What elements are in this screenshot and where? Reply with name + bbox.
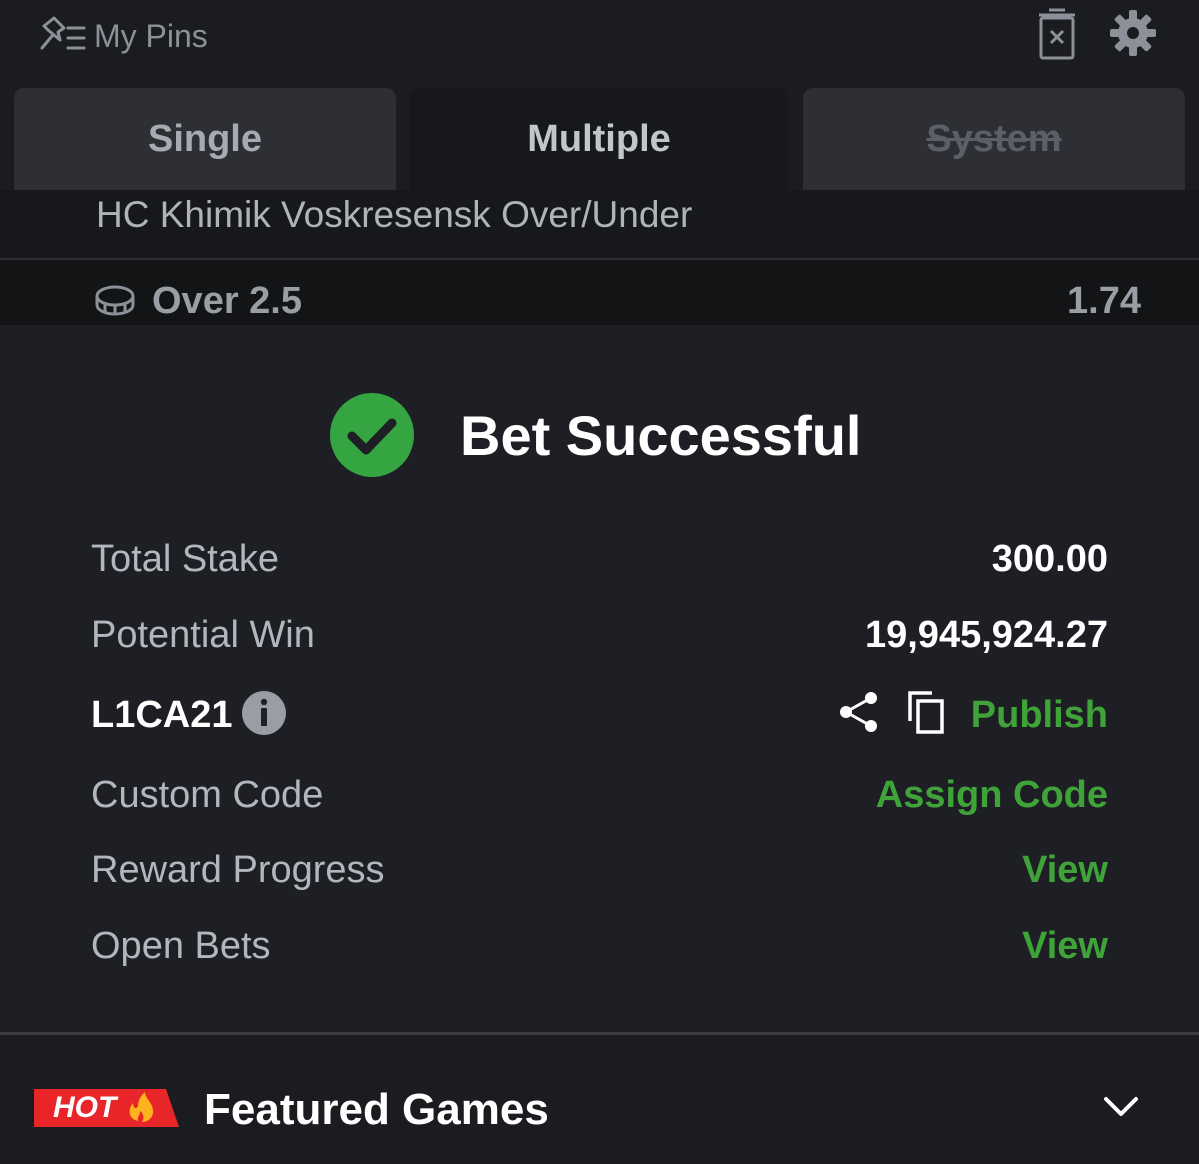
total-stake-row: Total Stake 300.00 [91,532,1108,582]
open-bets-label: Open Bets [91,925,271,967]
booking-code: L1CA21 [91,694,233,736]
total-stake-value: 300.00 [991,538,1108,580]
selection-label: Over 2.5 [152,280,302,322]
success-title: Bet Successful [460,403,862,467]
total-stake-label: Total Stake [91,538,279,580]
bet-confirmation-panel: Bet Successful Total Stake 300.00 Potent… [0,325,1199,1032]
potential-win-row: Potential Win 19,945,924.27 [91,608,1108,658]
tab-multiple[interactable]: Multiple [410,88,788,190]
hot-badge-label: HOT [53,1091,117,1124]
assign-code-link[interactable]: Assign Code [876,774,1108,817]
bet-type-tabs: Single Multiple System [0,88,1199,190]
market-header: HC Khimik Voskresensk Over/Under [0,190,1199,258]
info-icon[interactable] [242,691,286,740]
featured-games-title: Featured Games [204,1085,549,1134]
reward-progress-label: Reward Progress [91,849,385,891]
publish-link[interactable]: Publish [971,694,1108,737]
coin-icon [94,284,136,323]
top-bar: My Pins [0,0,1199,88]
reward-progress-row: Reward Progress View [91,843,1108,893]
selection-row: Over 2.5 1.74 [0,260,1199,325]
success-header: Bet Successful [330,393,862,477]
potential-win-value: 19,945,924.27 [864,614,1108,656]
delete-slip-icon[interactable] [1035,6,1079,60]
reward-progress-view-link[interactable]: View [1022,849,1108,892]
potential-win-label: Potential Win [91,614,315,656]
success-check-icon [330,393,414,477]
share-icon[interactable] [838,690,880,739]
custom-code-label: Custom Code [91,774,324,816]
featured-games-bar[interactable]: HOT Featured Games [0,1035,1199,1164]
selection-odds: 1.74 [1067,280,1141,322]
open-bets-row: Open Bets View [91,919,1108,969]
custom-code-row: Custom Code Assign Code [91,768,1108,818]
copy-icon[interactable] [906,689,946,740]
chevron-down-icon[interactable] [1103,1095,1139,1124]
my-pins-label: My Pins [94,17,208,54]
pin-list-icon [38,14,90,58]
tab-system: System [803,88,1185,190]
settings-gear-icon[interactable] [1109,9,1157,57]
open-bets-view-link[interactable]: View [1022,925,1108,968]
booking-code-row: L1CA21 Publish [91,688,1108,738]
tab-single[interactable]: Single [14,88,396,190]
market-title: HC Khimik Voskresensk Over/Under [96,194,693,235]
my-pins-button[interactable]: My Pins [38,14,208,58]
